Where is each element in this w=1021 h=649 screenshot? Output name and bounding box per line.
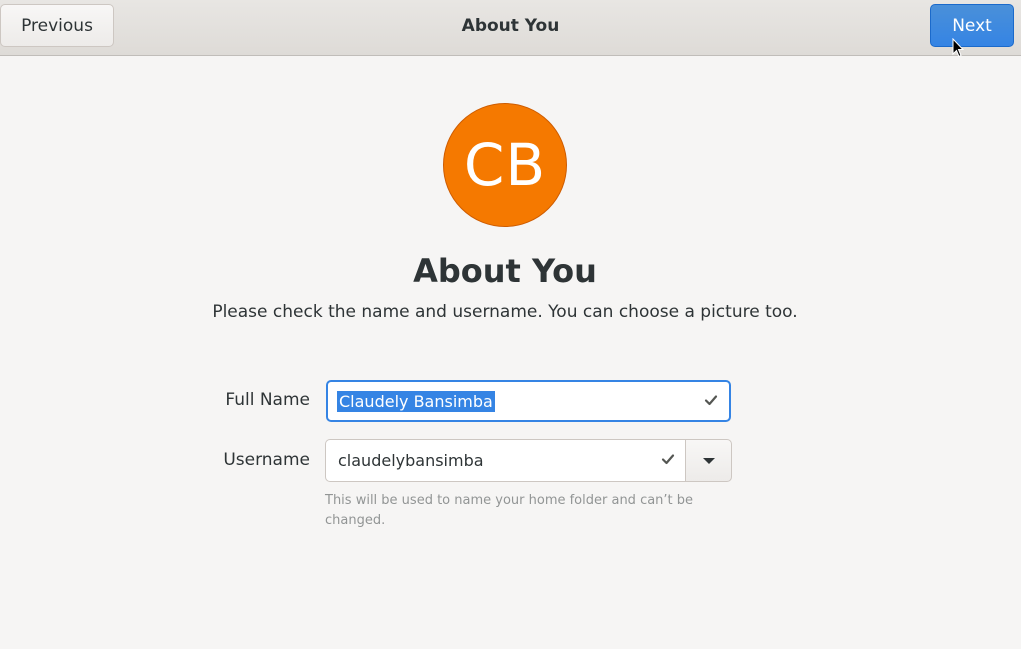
previous-button[interactable]: Previous — [0, 4, 114, 47]
avatar-button[interactable]: CB — [443, 103, 567, 227]
avatar-initials: CB — [463, 131, 547, 199]
username-dropdown-button[interactable] — [685, 439, 732, 482]
username-input[interactable]: claudelybansimba — [325, 439, 686, 482]
page-heading: About You — [413, 252, 597, 290]
mouse-cursor-icon — [952, 38, 964, 58]
username-label: Username — [223, 450, 310, 470]
checkmark-icon — [703, 392, 719, 412]
full-name-input[interactable]: Claudely Bansimba — [326, 380, 731, 422]
page-subtitle: Please check the name and username. You … — [212, 302, 798, 322]
header-bar: About You Previous Next — [0, 0, 1021, 56]
full-name-label: Full Name — [225, 390, 310, 410]
full-name-value: Claudely Bansimba — [337, 390, 495, 412]
checkmark-icon — [660, 451, 676, 471]
username-hint: This will be used to name your home fold… — [325, 493, 694, 528]
window-title: About You — [461, 16, 560, 36]
chevron-down-icon — [702, 457, 715, 464]
username-value: claudelybansimba — [338, 451, 484, 470]
next-button[interactable]: Next — [930, 4, 1014, 47]
